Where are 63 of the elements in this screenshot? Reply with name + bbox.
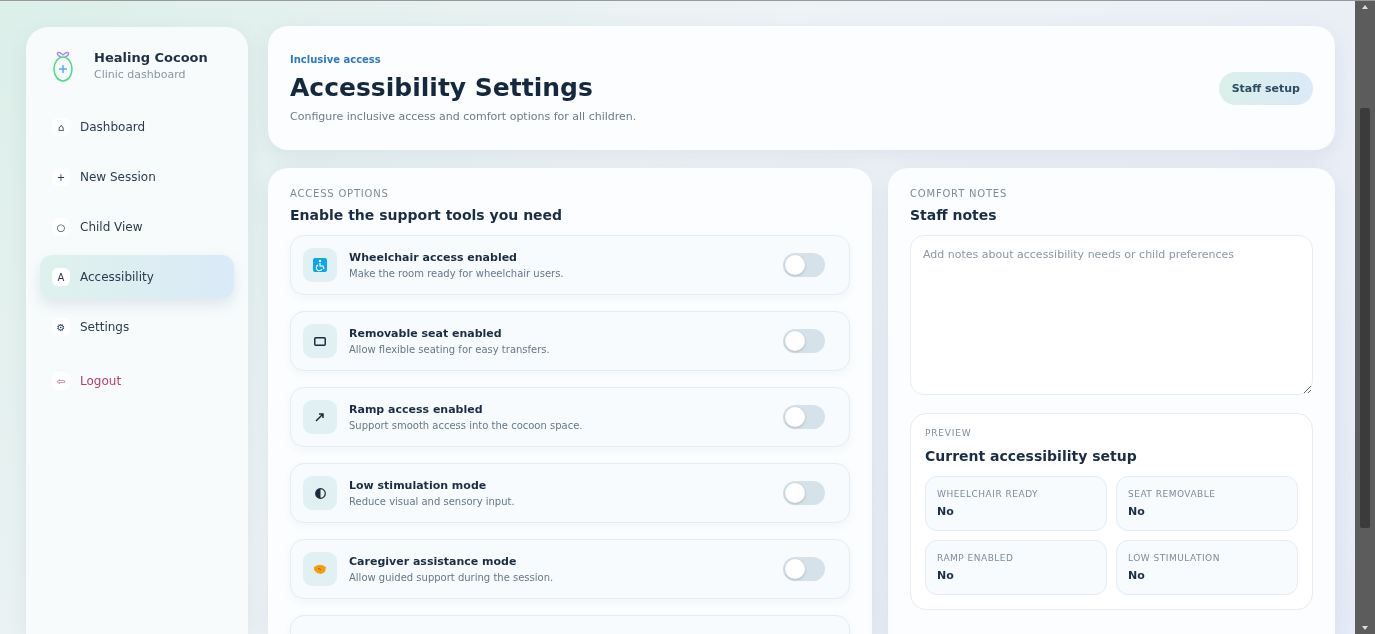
sidebar-nav-item[interactable]: ⚙ Settings (40, 305, 234, 349)
option-title: Ramp access enabled (349, 403, 484, 416)
status-label: RAMP ENABLED (937, 553, 1015, 563)
nav-icon: ⌂ (52, 118, 70, 136)
nav-label: New Session (80, 170, 156, 184)
status-value: No (1128, 505, 1146, 518)
toggle-switch[interactable] (783, 329, 825, 353)
option-description: Support smooth access into the cocoon space. (349, 420, 584, 431)
handshake-icon (313, 563, 327, 575)
status-value: No (937, 569, 955, 582)
section-eyebrow: COMFORT NOTES (910, 188, 1009, 199)
header-eyebrow: Inclusive access (290, 53, 381, 65)
nav-icon: A (52, 268, 70, 286)
section-title: Staff notes (910, 207, 998, 223)
sidebar-nav-item[interactable]: + New Session (40, 155, 234, 199)
scrollbar[interactable] (1355, 1, 1375, 634)
page-title: Accessibility Settings (290, 72, 593, 102)
toggle-switch[interactable] (783, 253, 825, 277)
contrast-icon (314, 487, 326, 499)
scroll-up-icon[interactable] (1362, 5, 1368, 9)
status-label: LOW STIMULATION (1128, 553, 1221, 563)
preview-eyebrow: PREVIEW (925, 428, 973, 438)
sidebar-nav-item[interactable]: ⌂ Dashboard (40, 105, 234, 149)
staff-setup-button[interactable]: Staff setup (1218, 71, 1313, 105)
option-title: Caregiver assistance mode (349, 555, 518, 568)
nav-icon: ⚙ (52, 318, 70, 336)
status-label: SEAT REMOVABLE (1128, 489, 1217, 499)
option-description: Reduce visual and sensory input. (349, 496, 516, 507)
nav-icon: ○ (52, 218, 70, 236)
status-value: No (937, 505, 955, 518)
preview-title: Current accessibility setup (925, 448, 1138, 464)
nav-label: Child View (80, 220, 143, 234)
toggle-switch[interactable] (783, 557, 825, 581)
nav-label: Logout (80, 374, 122, 388)
page-subtitle: Configure inclusive access and comfort options for all children. (290, 109, 637, 123)
toggle-switch[interactable] (783, 405, 825, 429)
section-title: Enable the support tools you need (290, 207, 564, 223)
rectangle-icon (314, 336, 326, 346)
option-title: Removable seat enabled (349, 327, 503, 340)
option-title: Wheelchair access enabled (349, 251, 518, 264)
scrollbar-thumb[interactable] (1360, 107, 1370, 528)
arrow-icon (315, 412, 325, 422)
option-description: Allow guided support during the session. (349, 572, 555, 583)
nav-label: Settings (80, 320, 130, 334)
option-description: Make the room ready for wheelchair users. (349, 268, 565, 279)
wheelchair-icon (313, 258, 327, 272)
status-value: No (1128, 569, 1146, 582)
status-label: WHEELCHAIR READY (937, 489, 1040, 499)
option-description: Allow flexible seating for easy transfers. (349, 344, 551, 355)
notes-field[interactable]: Add notes about accessibility needs or child preferences (910, 235, 1313, 395)
toggle-switch[interactable] (783, 481, 825, 505)
brand-subtitle: Clinic dashboard (94, 67, 187, 81)
option-title: Low stimulation mode (349, 479, 488, 492)
sidebar-nav-item[interactable]: ○ Child View (40, 205, 234, 249)
sidebar-nav-item[interactable]: ⇦ Logout (40, 359, 234, 403)
nav-icon: + (52, 168, 70, 186)
nav-label: Accessibility (80, 270, 154, 284)
nav-label: Dashboard (80, 120, 146, 134)
sidebar-nav-item[interactable]: A Accessibility (40, 255, 234, 299)
brand-name: Healing Cocoon (94, 49, 208, 65)
nav-icon: ⇦ (52, 372, 70, 390)
scroll-down-icon[interactable] (1362, 626, 1368, 630)
section-eyebrow: ACCESS OPTIONS (290, 188, 390, 199)
